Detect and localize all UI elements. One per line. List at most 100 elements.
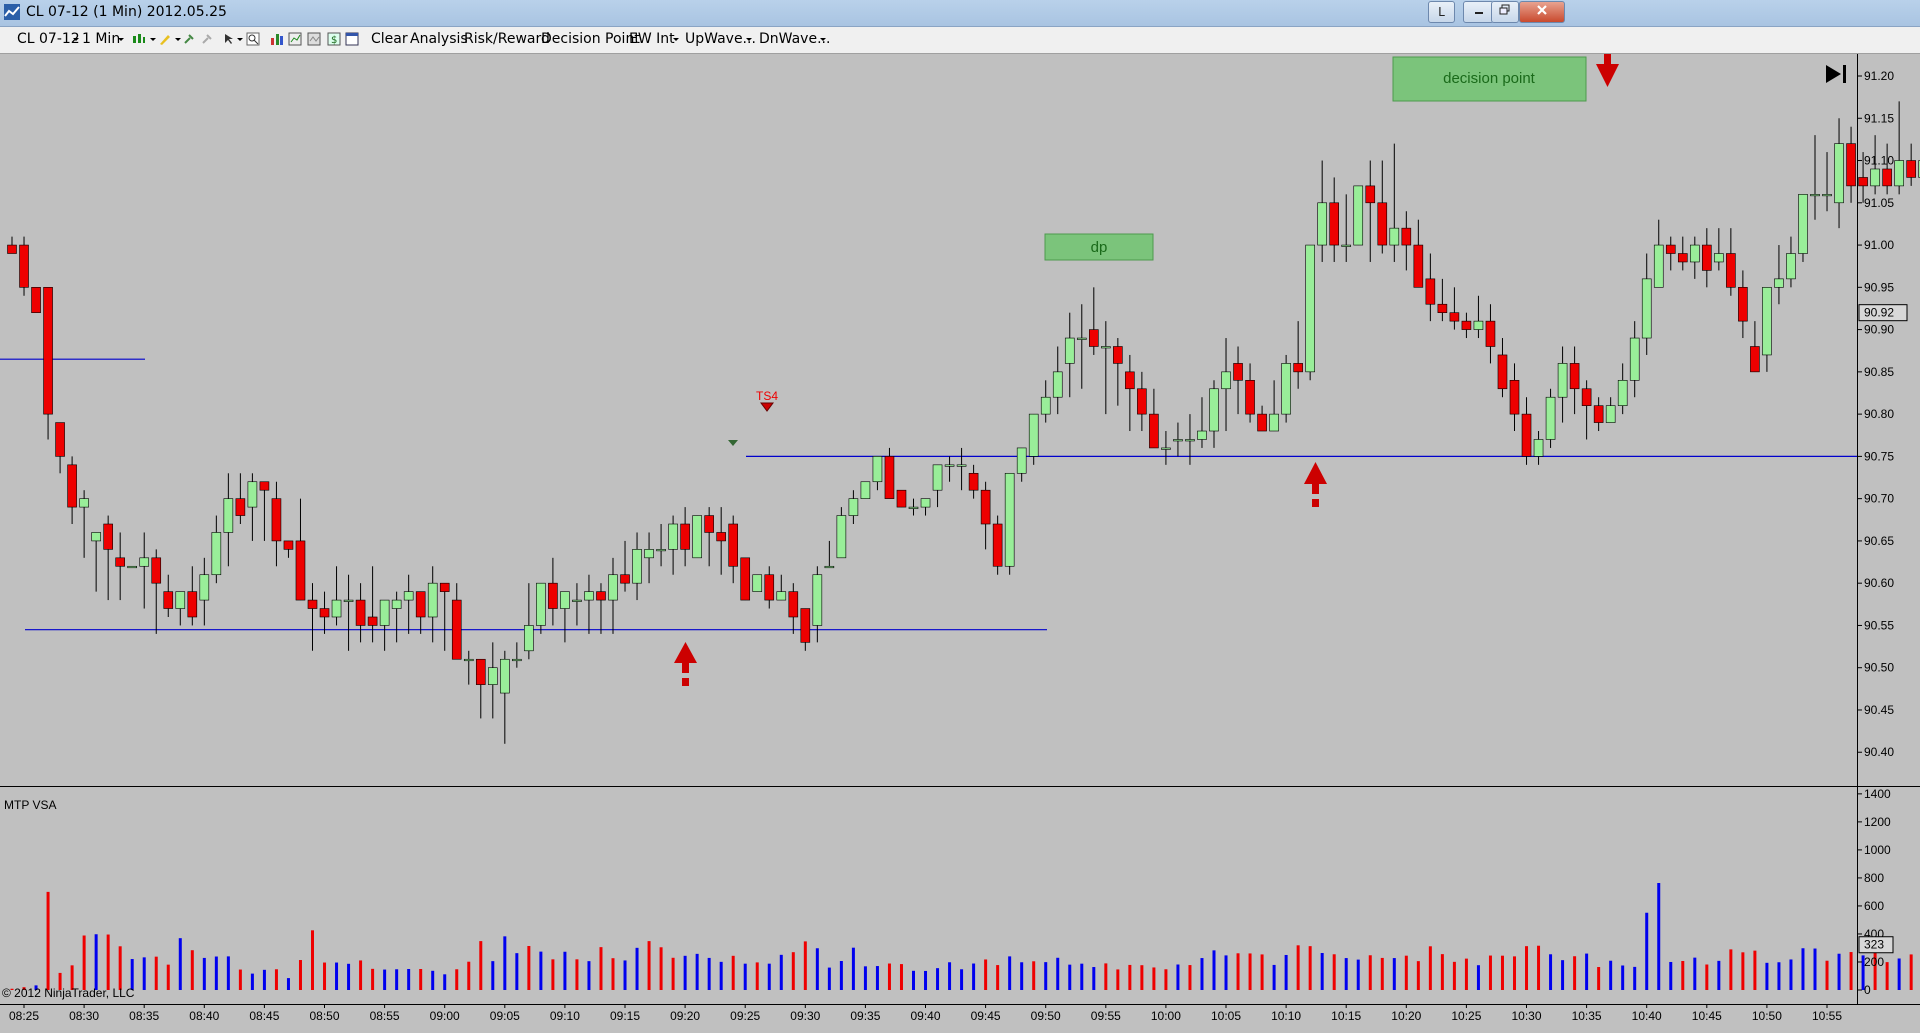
candle[interactable]: [632, 549, 642, 584]
candle[interactable]: [920, 498, 931, 508]
candle[interactable]: [475, 658, 486, 685]
candle[interactable]: [91, 532, 101, 542]
candle[interactable]: [884, 456, 895, 499]
candle[interactable]: [115, 557, 125, 567]
candle[interactable]: [1365, 185, 1376, 204]
candle[interactable]: [728, 523, 739, 567]
candle[interactable]: [55, 422, 65, 457]
candle[interactable]: [500, 658, 510, 694]
candle[interactable]: [139, 557, 150, 567]
candle[interactable]: [1413, 244, 1424, 288]
eraser-icon[interactable]: [200, 32, 214, 46]
candle[interactable]: [572, 599, 582, 602]
candle[interactable]: [1906, 160, 1916, 178]
candle[interactable]: [31, 287, 41, 313]
candle[interactable]: [1762, 287, 1772, 356]
candle[interactable]: [776, 591, 787, 601]
candle[interactable]: [1149, 413, 1159, 449]
candle[interactable]: [1870, 168, 1880, 187]
candle[interactable]: [1209, 388, 1219, 432]
candle[interactable]: [79, 498, 89, 508]
candle[interactable]: [463, 658, 474, 662]
minimize-button[interactable]: [1463, 1, 1494, 23]
candle[interactable]: [848, 498, 859, 516]
candle[interactable]: [379, 599, 390, 626]
candle[interactable]: [1113, 346, 1123, 364]
candle[interactable]: [1533, 439, 1544, 457]
candle[interactable]: [319, 608, 330, 618]
candle[interactable]: [812, 574, 823, 626]
candle[interactable]: [1834, 143, 1844, 204]
candle[interactable]: [367, 616, 378, 626]
close-button[interactable]: [1519, 1, 1565, 23]
chart-style-icon[interactable]: [132, 32, 146, 46]
candle[interactable]: [151, 557, 162, 584]
candle[interactable]: [608, 574, 618, 601]
language-button[interactable]: L: [1428, 1, 1455, 23]
dollar-icon[interactable]: $: [327, 32, 341, 46]
candle[interactable]: [1161, 447, 1171, 450]
candle[interactable]: [1329, 202, 1339, 246]
candle[interactable]: [524, 625, 534, 652]
candle[interactable]: [680, 523, 690, 550]
candle[interactable]: [1629, 337, 1640, 381]
candle[interactable]: [1028, 413, 1039, 457]
candle[interactable]: [1581, 388, 1592, 406]
candle[interactable]: [1137, 388, 1147, 415]
indicators-icon[interactable]: [288, 32, 302, 46]
candle[interactable]: [1545, 396, 1556, 440]
candle[interactable]: [1714, 253, 1724, 263]
candle[interactable]: [956, 464, 967, 467]
candle[interactable]: [1185, 439, 1195, 442]
candle[interactable]: [1401, 227, 1412, 246]
candle[interactable]: [980, 489, 991, 525]
candle[interactable]: [307, 599, 318, 609]
chart-area[interactable]: 91.20 91.15 91.10 91.05 91.00 90.95 90.92 90.90…: [0, 54, 1920, 1033]
candle[interactable]: [211, 532, 222, 576]
candle[interactable]: [968, 472, 979, 491]
candle[interactable]: [1269, 413, 1279, 432]
candle[interactable]: [403, 591, 414, 601]
candle[interactable]: [427, 582, 438, 618]
candle[interactable]: [1521, 413, 1532, 457]
candle[interactable]: [1064, 337, 1075, 364]
candle[interactable]: [704, 515, 714, 533]
candle[interactable]: [1449, 312, 1460, 322]
candle[interactable]: [1076, 337, 1087, 340]
candle[interactable]: [716, 532, 726, 542]
candle[interactable]: [668, 523, 678, 550]
candle[interactable]: [1774, 278, 1784, 288]
toolbar-item-decision-point[interactable]: Decision Point: [541, 31, 640, 47]
candle[interactable]: [1173, 439, 1183, 442]
candle[interactable]: [1016, 447, 1027, 474]
toolbar-item-risk-reward[interactable]: Risk/Reward: [464, 31, 550, 47]
toolbar-item-ew-int[interactable]: EW Int: [629, 31, 675, 47]
candle[interactable]: [439, 582, 450, 592]
candle[interactable]: [1305, 244, 1315, 373]
candle[interactable]: [1377, 202, 1388, 246]
candle[interactable]: [1894, 160, 1904, 187]
candle[interactable]: [487, 667, 498, 685]
candle[interactable]: [1425, 278, 1436, 305]
candle[interactable]: [1353, 185, 1364, 246]
candle[interactable]: [1281, 363, 1291, 415]
candle[interactable]: [1702, 244, 1712, 271]
candle[interactable]: [1221, 371, 1231, 390]
candle[interactable]: [1341, 244, 1352, 247]
candle[interactable]: [19, 244, 29, 288]
candle[interactable]: [127, 565, 137, 569]
candle[interactable]: [343, 599, 354, 602]
candle[interactable]: [1882, 168, 1892, 187]
candle[interactable]: [295, 540, 306, 601]
candle[interactable]: [1389, 227, 1400, 246]
candle[interactable]: [740, 557, 751, 601]
candle[interactable]: [1125, 371, 1135, 390]
candle[interactable]: [836, 515, 847, 559]
candle[interactable]: [992, 523, 1003, 567]
data-box-icon[interactable]: [345, 32, 359, 46]
candle[interactable]: [1052, 371, 1063, 398]
candle[interactable]: [1846, 143, 1856, 187]
restore-button[interactable]: [1491, 1, 1519, 23]
candle[interactable]: [1617, 380, 1628, 406]
candle[interactable]: [1257, 413, 1267, 432]
